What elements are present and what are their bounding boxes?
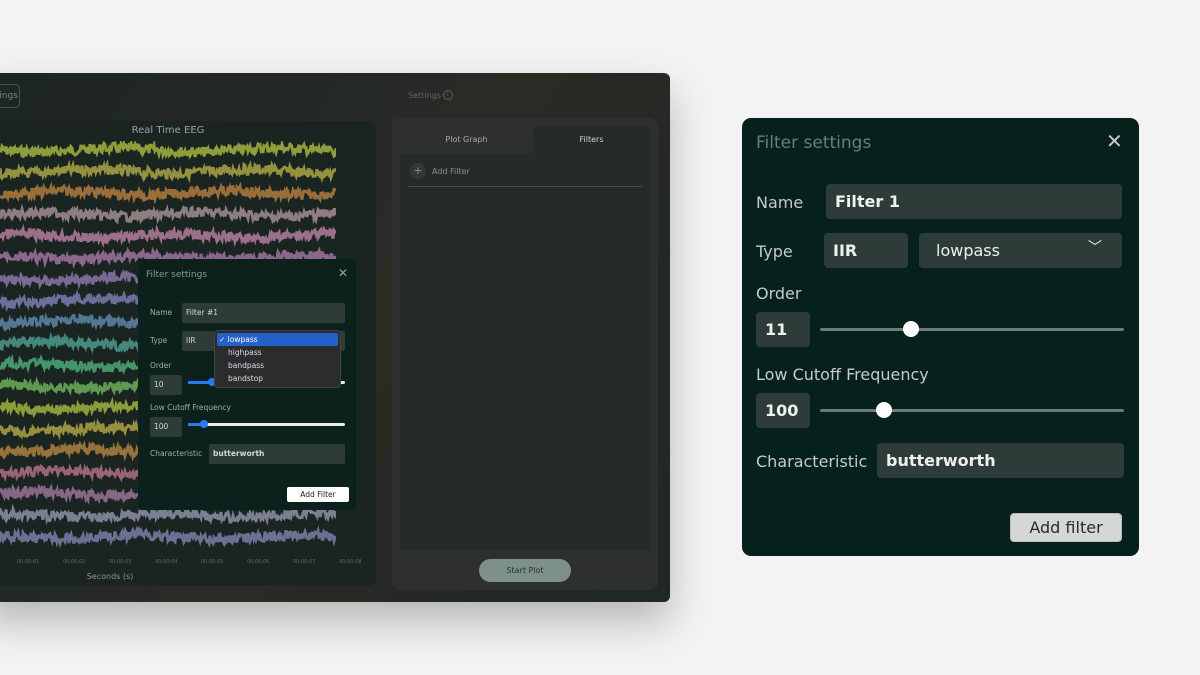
- characteristic-select[interactable]: butterworth: [877, 443, 1124, 478]
- x-tick-label: 00:00:07: [293, 559, 316, 565]
- name-input[interactable]: Filter #1: [182, 303, 345, 323]
- settings-button[interactable]: Settings: [0, 84, 20, 108]
- eeg-trace: [0, 159, 336, 184]
- option-highpass[interactable]: highpass: [217, 346, 338, 359]
- modal-title: Filter settings: [146, 270, 208, 280]
- slider-knob[interactable]: [903, 321, 920, 337]
- x-tick-label: 00:00:05: [201, 559, 224, 565]
- low-cutoff-slider[interactable]: [188, 420, 345, 428]
- slider-knob[interactable]: [875, 402, 892, 418]
- x-tick-label: 00:00:03: [109, 559, 132, 565]
- add-filter-row[interactable]: + Add Filter: [410, 163, 470, 179]
- type-label: Type: [756, 242, 793, 261]
- order-input[interactable]: 10: [150, 375, 182, 395]
- plus-icon[interactable]: +: [410, 163, 426, 179]
- order-label: Order: [150, 361, 172, 370]
- name-label: Name: [756, 193, 804, 212]
- add-filter-button[interactable]: Add filter: [1010, 513, 1122, 542]
- eeg-plot-panel: Real Time EEG 00:00:01 00:00:02 00:00:03 00…: [0, 121, 376, 586]
- option-bandpass[interactable]: bandpass: [217, 359, 338, 372]
- x-axis-label: Seconds (s): [86, 572, 134, 581]
- tab-plot-graph[interactable]: Plot Graph: [400, 126, 533, 153]
- subtype-select[interactable]: lowpass ﹀: [919, 233, 1122, 268]
- type-input[interactable]: IIR: [824, 233, 908, 268]
- subtype-value: lowpass: [936, 241, 1000, 260]
- eeg-trace: [0, 503, 336, 526]
- add-filter-label: Add Filter: [432, 166, 470, 176]
- subtype-dropdown: ✓ lowpass highpass bandpass bandstop: [214, 330, 341, 388]
- eeg-trace: [0, 141, 336, 161]
- plot-title: Real Time EEG: [131, 125, 205, 136]
- filters-list: + Add Filter: [400, 153, 650, 551]
- option-lowpass[interactable]: ✓ lowpass: [217, 333, 338, 346]
- characteristic-label: Characteristic: [150, 449, 203, 458]
- close-icon[interactable]: ✕: [1106, 129, 1123, 153]
- info-icon[interactable]: i: [442, 90, 453, 100]
- order-label: Order: [756, 284, 802, 303]
- low-cutoff-input[interactable]: 100: [150, 417, 182, 437]
- name-input[interactable]: Filter 1: [826, 184, 1122, 219]
- characteristic-select[interactable]: butterworth: [209, 444, 345, 464]
- eeg-trace: [0, 181, 336, 205]
- close-icon[interactable]: ✕: [338, 266, 348, 280]
- type-input[interactable]: IIR: [182, 331, 214, 351]
- x-tick-label: 00:00:01: [17, 559, 40, 565]
- settings-label: Settings: [408, 90, 441, 100]
- slider-knob[interactable]: [199, 420, 208, 428]
- option-label: lowpass: [227, 335, 258, 344]
- x-tick-label: 00:00:08: [339, 559, 362, 565]
- filter-settings-modal: Filter settings ✕ Name Filter 1 Type IIR…: [742, 118, 1139, 556]
- eeg-app-window: Settings Settingsi Real Time EEG 00:00:0…: [0, 73, 670, 602]
- option-bandstop[interactable]: bandstop: [217, 372, 338, 385]
- order-slider[interactable]: [820, 321, 1124, 337]
- settings-heading: Settings i: [408, 90, 453, 100]
- low-cutoff-label: Low Cutoff Frequency: [150, 403, 231, 412]
- x-tick-label: 00:00:02: [63, 559, 86, 565]
- type-label: Type: [150, 336, 168, 345]
- name-label: Name: [150, 308, 173, 317]
- x-tick-label: 00:00:04: [155, 559, 178, 565]
- low-cutoff-input[interactable]: 100: [756, 393, 810, 428]
- filter-settings-modal-small: Filter settings ✕ Name Filter #1 Type II…: [138, 259, 356, 510]
- order-input[interactable]: 11: [756, 312, 810, 347]
- x-tick-label: 00:00:06: [247, 559, 270, 565]
- low-cutoff-label: Low Cutoff Frequency: [756, 365, 929, 384]
- eeg-trace: [0, 525, 336, 549]
- tab-filters[interactable]: Filters: [533, 126, 650, 153]
- divider: [408, 186, 642, 187]
- low-cutoff-slider[interactable]: [820, 402, 1124, 418]
- eeg-trace: [0, 203, 336, 225]
- side-panel: Plot Graph Filters + Add Filter Start Plo…: [392, 118, 658, 590]
- start-plot-button[interactable]: Start Plot: [479, 559, 571, 582]
- modal-title: Filter settings: [756, 133, 872, 153]
- chevron-down-icon: ﹀: [1088, 240, 1102, 256]
- characteristic-label: Characteristic: [756, 452, 868, 471]
- add-filter-button[interactable]: Add Filter: [287, 487, 349, 502]
- eeg-trace: [0, 223, 336, 248]
